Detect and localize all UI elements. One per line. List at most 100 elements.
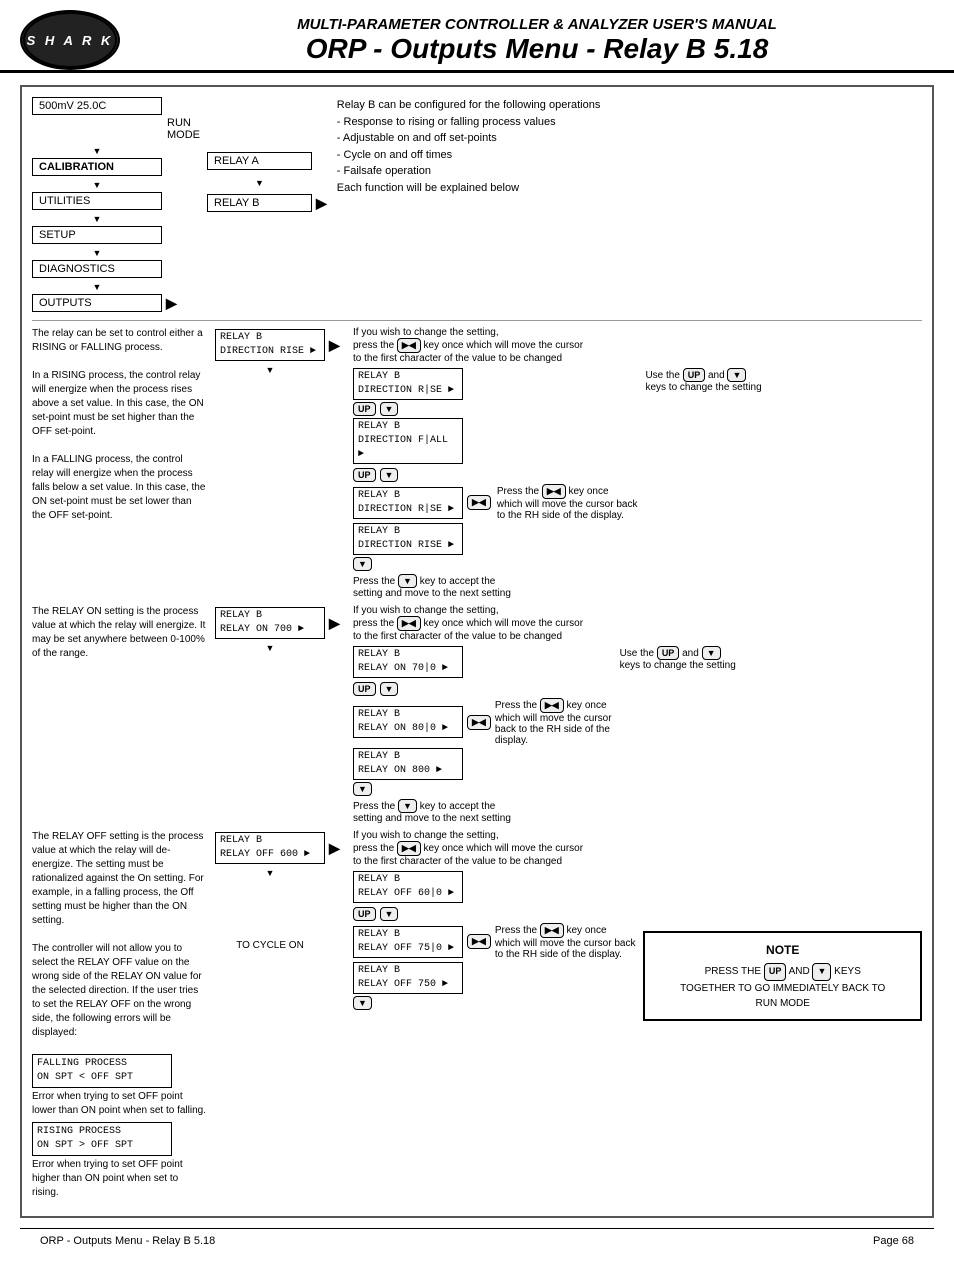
press-down-accept-dir: Press the ▼ key to accept the setting an… — [353, 574, 922, 599]
up-key-dir[interactable]: UP — [353, 402, 376, 416]
up-key-off[interactable]: UP — [353, 907, 376, 921]
relay-tree-area: RELAY A ▼ RELAY B ▶ Relay B can be confi… — [207, 97, 922, 212]
relay-on-section: The RELAY ON setting is the process valu… — [32, 605, 922, 824]
down-arrow-icon-1: ▼ — [93, 146, 102, 156]
menu-item-outputs[interactable]: OUTPUTS — [32, 294, 162, 312]
menu-item-diagnostics[interactable]: DIAGNOSTICS — [32, 260, 162, 278]
press-key-once-off: Press the ▶◀ key oncewhich will move the… — [495, 923, 636, 960]
relay-off-input: RELAY B RELAY OFF 600 ► ▶ ▼ TO CYCLE ON — [215, 832, 345, 951]
down-key-off[interactable]: ▼ — [380, 907, 399, 921]
logo: S H A R K — [20, 10, 120, 70]
note-box: NOTE PRESS THE UP AND ▼ KEYS TOGETHER TO… — [643, 931, 922, 1021]
header-title: MULTI-PARAMETER CONTROLLER & ANALYZER US… — [140, 16, 934, 33]
direction-section: The relay can be set to control either a… — [32, 327, 922, 599]
note-area: NOTE PRESS THE UP AND ▼ KEYS TOGETHER TO… — [643, 931, 922, 1021]
intro-line-5: - Failsafe operation — [337, 163, 922, 180]
relay-off-edit-1: RELAY B RELAY OFF 60|0 ► — [353, 871, 463, 903]
svg-text:S H A R K: S H A R K — [26, 33, 113, 48]
right-arrow-relay-b: ▶ — [316, 195, 327, 212]
intro-line-2: - Response to rising or falling process … — [337, 114, 922, 131]
direction-desc-text: The relay can be set to control either a… — [32, 327, 207, 523]
relay-on-edit-area: If you wish to change the setting, press… — [353, 605, 922, 824]
enter-key-back-on[interactable]: ▶◀ — [467, 715, 491, 730]
if-you-wish-off: If you wish to change the setting, press… — [353, 830, 922, 867]
press-key-once-dir: Press the ▶◀ key oncewhich will move the… — [497, 484, 638, 521]
down-key-accept-dir-label[interactable]: ▼ — [398, 574, 417, 588]
intro-line-6: Each function will be explained below — [337, 180, 922, 197]
dir-edit-box-2: RELAY B DIRECTION F|ALL ► — [353, 418, 463, 464]
down-key-accept-off[interactable]: ▼ — [353, 996, 372, 1010]
content: 500mV 25.0C RUN MODE ▼ CALIBRATION ▼ UTI… — [0, 75, 954, 1263]
use-up-down-on: Use the UP and ▼ keys to change the sett… — [620, 646, 736, 671]
down-arrow-relay-a: ▼ — [255, 178, 264, 188]
right-arrow-outputs: ▶ — [166, 295, 177, 312]
dir-edit-box-3: RELAY B DIRECTION R|SE ► — [353, 487, 463, 519]
relay-off-final: RELAY B RELAY OFF 750 ► — [353, 962, 463, 994]
direction-input-area: RELAY B DIRECTION RISE ► ▶ ▼ — [215, 329, 345, 377]
up-key-note: UP — [764, 963, 787, 981]
enter-key-dir-1[interactable]: ▶◀ — [397, 338, 421, 353]
direction-edit-area: If you wish to change the setting, press… — [353, 327, 922, 599]
enter-key-off-1[interactable]: ▶◀ — [397, 841, 421, 856]
down-arrow-icon-2: ▼ — [93, 180, 102, 190]
enter-arrow-relay-on: ▶ — [329, 615, 340, 632]
down-key-dir-2[interactable]: ▼ — [380, 468, 399, 482]
menu-tree: 500mV 25.0C RUN MODE ▼ CALIBRATION ▼ UTI… — [32, 97, 187, 314]
enter-arrow-direction: ▶ — [329, 337, 340, 354]
intro-line-3: - Adjustable on and off set-points — [337, 130, 922, 147]
up-key-on[interactable]: UP — [353, 682, 376, 696]
menu-item-setup[interactable]: SETUP — [32, 226, 162, 244]
enter-key-back-dir[interactable]: ▶◀ — [467, 495, 491, 510]
main-diagram-box: 500mV 25.0C RUN MODE ▼ CALIBRATION ▼ UTI… — [20, 85, 934, 1218]
down-arrow-dir: ▼ — [266, 365, 275, 375]
run-mode-label: RUN MODE — [167, 117, 200, 141]
enter-key-on-1[interactable]: ▶◀ — [397, 616, 421, 631]
header-subtitle: ORP - Outputs Menu - Relay B 5.18 — [140, 33, 934, 65]
dir-final-box: RELAY B DIRECTION RISE ► — [353, 523, 463, 555]
dir-box-line1: RELAY B — [220, 331, 320, 345]
relay-on-input: RELAY B RELAY ON 700 ► ▶ ▼ — [215, 607, 345, 655]
error-box-falling: FALLING PROCESS ON SPT < OFF SPT — [32, 1054, 172, 1088]
relay-on-edit-2: RELAY B RELAY ON 80|0 ► — [353, 706, 463, 738]
up-key-dir-2[interactable]: UP — [353, 468, 376, 482]
relay-ab-tree: RELAY A ▼ RELAY B ▶ — [207, 152, 327, 212]
note-title: NOTE — [653, 941, 912, 959]
relay-on-edit-1: RELAY B RELAY ON 70|0 ► — [353, 646, 463, 678]
relay-on-desc: The RELAY ON setting is the process valu… — [32, 605, 207, 661]
note-content: PRESS THE UP AND ▼ KEYS TOGETHER TO GO I… — [653, 963, 912, 1011]
relay-off-desc: The RELAY OFF setting is the process val… — [32, 830, 207, 1200]
dir-edit-box-1: RELAY B DIRECTION R|SE ► — [353, 368, 463, 400]
use-up-down-dir: Use the UP and ▼ keys to change the sett… — [645, 368, 761, 393]
if-you-wish-on: If you wish to change the setting, press… — [353, 605, 922, 642]
down-arrow-relay-on: ▼ — [266, 643, 275, 653]
enter-arrow-relay-off: ▶ — [329, 840, 340, 857]
relay-off-edit-area: If you wish to change the setting, press… — [353, 830, 922, 1021]
footer: ORP - Outputs Menu - Relay B 5.18 Page 6… — [20, 1228, 934, 1253]
top-display: 500mV 25.0C — [32, 97, 162, 115]
down-key-note: ▼ — [812, 963, 831, 981]
header: S H A R K MULTI-PARAMETER CONTROLLER & A… — [0, 0, 954, 73]
intro-line-4: - Cycle on and off times — [337, 147, 922, 164]
to-cycle-on-label: TO CYCLE ON — [215, 940, 325, 951]
down-arrow-icon-5: ▼ — [93, 282, 102, 292]
relay-on-final: RELAY B RELAY ON 800 ► — [353, 748, 463, 780]
dir-box-line2: DIRECTION RISE ► — [220, 345, 320, 359]
if-you-wish-dir: If you wish to change the setting, press… — [353, 327, 922, 364]
down-key-dir[interactable]: ▼ — [380, 402, 399, 416]
down-key-label: ▼ — [727, 368, 746, 382]
menu-item-calibration[interactable]: CALIBRATION — [32, 158, 162, 176]
down-key-accept-on[interactable]: ▼ — [353, 782, 372, 796]
press-key-once-on: Press the ▶◀ key oncewhich will move the… — [495, 698, 612, 746]
down-key-on[interactable]: ▼ — [380, 682, 399, 696]
relay-a-box: RELAY A — [207, 152, 312, 170]
intro-line-1: Relay B can be configured for the follow… — [337, 97, 922, 114]
intro-text-area: Relay B can be configured for the follow… — [337, 97, 922, 196]
page: S H A R K MULTI-PARAMETER CONTROLLER & A… — [0, 0, 954, 1263]
error-caption-falling: Error when trying to set OFF point lower… — [32, 1090, 207, 1118]
menu-item-utilities[interactable]: UTILITIES — [32, 192, 162, 210]
enter-key-back-off[interactable]: ▶◀ — [467, 934, 491, 949]
relay-b-box: RELAY B — [207, 194, 312, 212]
down-key-accept-dir[interactable]: ▼ — [353, 557, 372, 571]
press-down-accept-on: Press the ▼ key to accept the setting an… — [353, 799, 922, 824]
footer-right: Page 68 — [873, 1235, 914, 1247]
